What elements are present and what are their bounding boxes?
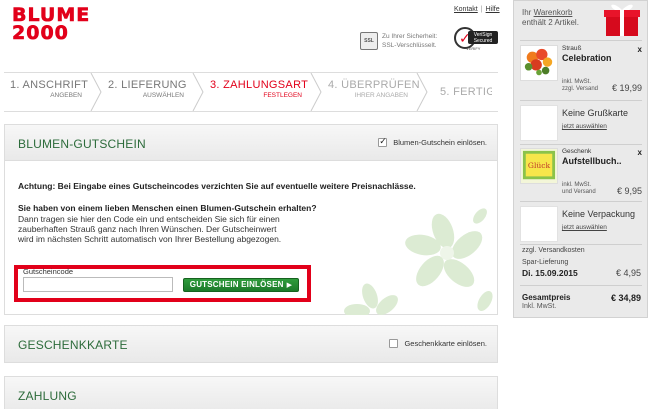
packaging-placeholder-icon xyxy=(520,206,558,242)
tax-line: inkl. MwSt. xyxy=(562,79,592,85)
cart-header-prefix: Ihr xyxy=(522,8,534,17)
lock-icon: SSL xyxy=(360,32,378,50)
item-category: Strauß xyxy=(562,45,582,52)
giftcard-toggle[interactable]: Geschenkkarte einlösen. xyxy=(389,339,487,348)
redeem-button-label: GUTSCHEIN EINLÖSEN xyxy=(189,280,284,289)
step-title: 4. ÜBERPRÜFEN xyxy=(328,79,420,91)
payment-panel: ZAHLUNG xyxy=(4,376,498,409)
step-title: 3. ZAHLUNGSART xyxy=(210,79,309,91)
greeting-card-select-link[interactable]: jetzt auswählen xyxy=(562,123,607,130)
shipping-line: und Versand xyxy=(562,189,596,195)
item-tax-note: inkl. MwSt. zzgl. Versand xyxy=(562,79,598,93)
step-subtitle: IHRER ANGABEN xyxy=(354,92,408,99)
shipping-line: zzgl. Versand xyxy=(562,86,599,92)
chevron-right-icon xyxy=(192,73,204,111)
item-price: € 9,95 xyxy=(616,186,642,196)
svg-text:Glück: Glück xyxy=(528,161,551,170)
tax-line: inkl. MwSt. xyxy=(562,182,592,188)
step-title: 2. LIEFERUNG xyxy=(108,79,187,91)
shipping-type: Spar-Lieferung xyxy=(522,259,569,266)
bouquet-thumbnail[interactable] xyxy=(520,45,558,81)
voucher-warning: Achtung: Bei Eingabe eines Gutscheincode… xyxy=(18,181,416,191)
greeting-card-option: Keine Grußkarte jetzt auswählen xyxy=(520,105,644,143)
voucher-code-label: Gutscheincode xyxy=(23,267,74,276)
giftcard-title: GESCHENKKARTE xyxy=(18,338,128,352)
step-title: 1. ANSCHRIFT xyxy=(10,79,89,91)
cart-item: Strauß Celebration x inkl. MwSt. zzgl. V… xyxy=(520,45,644,97)
giftcard-panel: GESCHENKKARTE Geschenkkarte einlösen. xyxy=(4,325,498,363)
step-payment: 3. ZAHLUNGSART FESTLEGEN xyxy=(210,79,309,107)
step-delivery[interactable]: 2. LIEFERUNG AUSWÄHLEN xyxy=(108,79,187,107)
verisign-sub: VERIFY xyxy=(466,46,481,51)
verisign-seal[interactable]: ✓ VeriSign Secured VERIFY xyxy=(454,27,500,51)
help-link[interactable]: Hilfe xyxy=(486,6,500,13)
step-address[interactable]: 1. ANSCHRIFT ANGEBEN xyxy=(10,79,89,107)
packaging-option: Keine Verpackung jetzt auswählen xyxy=(520,206,644,244)
cart-item: Glück Geschenk Aufstellbuch.. x inkl. Mw… xyxy=(520,148,644,200)
flower-decoration-icon xyxy=(344,208,493,315)
voucher-body: Achtung: Bei Eingabe eines Gutscheincode… xyxy=(5,161,497,315)
total-price: € 34,89 xyxy=(610,293,641,303)
chevron-right-icon xyxy=(310,73,322,111)
giftcard-panel-header: GESCHENKKARTE Geschenkkarte einlösen. xyxy=(5,326,497,362)
remove-item-icon[interactable]: x xyxy=(638,148,642,157)
voucher-checkbox[interactable] xyxy=(378,136,388,147)
packaging-name: Keine Verpackung xyxy=(562,209,636,219)
contact-link[interactable]: Kontakt xyxy=(454,6,478,13)
redeem-voucher-button[interactable]: GUTSCHEIN EINLÖSEN ▶ xyxy=(183,278,299,292)
voucher-toggle[interactable]: Blumen-Gutschein einlösen. xyxy=(378,136,487,147)
ssl-badge: SSL Zu Ihrer Sicherheit: SSL-Verschlüsse… xyxy=(360,30,448,52)
voucher-panel: BLUMEN-GUTSCHEIN Blumen-Gutschein einlös… xyxy=(4,124,498,315)
book-thumbnail[interactable]: Glück xyxy=(520,148,558,184)
step-subtitle: ANGEBEN xyxy=(50,92,82,99)
greeting-card-name: Keine Grußkarte xyxy=(562,108,629,118)
total-label: Gesamtpreis xyxy=(522,293,571,302)
step-review: 4. ÜBERPRÜFEN IHRER ANGABEN xyxy=(328,79,420,107)
step-title: 5. FERTIG! xyxy=(440,86,492,98)
voucher-code-input[interactable] xyxy=(23,277,173,292)
bouquet-icon xyxy=(524,48,553,76)
voucher-question: Sie haben von einem lieben Menschen eine… xyxy=(18,203,317,213)
payment-title: ZAHLUNG xyxy=(18,389,77,403)
chevron-right-icon xyxy=(416,73,428,111)
verisign-badge: VeriSign Secured xyxy=(468,31,498,44)
cart-summary: Ihr Warenkorb enthält 2 Artikel. xyxy=(522,8,579,28)
total-tax-note: Inkl. MwSt. xyxy=(522,303,557,310)
ssl-text: Zu Ihrer Sicherheit: SSL-Verschlüsselt. xyxy=(382,33,438,49)
item-tax-note: inkl. MwSt. und Versand xyxy=(562,182,596,196)
step-subtitle: FESTLEGEN xyxy=(263,92,302,99)
voucher-panel-header: BLUMEN-GUTSCHEIN Blumen-Gutschein einlös… xyxy=(5,125,497,161)
book-icon: Glück xyxy=(522,150,556,180)
item-category: Geschenk xyxy=(562,148,592,155)
checkout-steps: 1. ANSCHRIFT ANGEBEN 2. LIEFERUNG AUSWÄH… xyxy=(4,72,498,112)
logo-text-line2: 2000 xyxy=(12,22,69,44)
arrow-right-icon: ▶ xyxy=(286,282,293,289)
step-subtitle: AUSWÄHLEN xyxy=(142,92,184,99)
voucher-description: Dann tragen sie hier den Code ein und en… xyxy=(18,214,282,244)
giftcard-checkbox[interactable] xyxy=(389,339,399,348)
shipping-price: € 4,95 xyxy=(615,268,641,278)
chevron-right-icon xyxy=(90,73,102,111)
voucher-title: BLUMEN-GUTSCHEIN xyxy=(18,137,146,151)
card-placeholder-icon xyxy=(520,105,558,141)
item-name[interactable]: Celebration xyxy=(562,53,612,63)
gift-icon xyxy=(604,4,640,36)
top-links: Kontakt | Hilfe xyxy=(454,6,500,13)
payment-panel-header: ZAHLUNG xyxy=(5,377,497,409)
giftcard-checkbox-label: Geschenkkarte einlösen. xyxy=(404,339,487,348)
cart-count-text: enthält 2 Artikel. xyxy=(522,18,579,27)
remove-item-icon[interactable]: x xyxy=(638,45,642,54)
brand-logo[interactable]: BLUME 2000 xyxy=(12,5,90,48)
shipping-date: Di. 15.09.2015 xyxy=(522,268,578,278)
step-done: 5. FERTIG! xyxy=(434,79,492,107)
cart-link[interactable]: Warenkorb xyxy=(534,8,573,17)
packaging-select-link[interactable]: jetzt auswählen xyxy=(562,224,607,231)
cart-sidebar: Ihr Warenkorb enthält 2 Artikel. Strauß … xyxy=(513,0,648,318)
item-name[interactable]: Aufstellbuch.. xyxy=(562,156,622,166)
voucher-checkbox-label: Blumen-Gutschein einlösen. xyxy=(393,138,487,147)
item-price: € 19,99 xyxy=(611,83,642,93)
shipping-label: zzgl. Versandkosten xyxy=(522,247,585,254)
